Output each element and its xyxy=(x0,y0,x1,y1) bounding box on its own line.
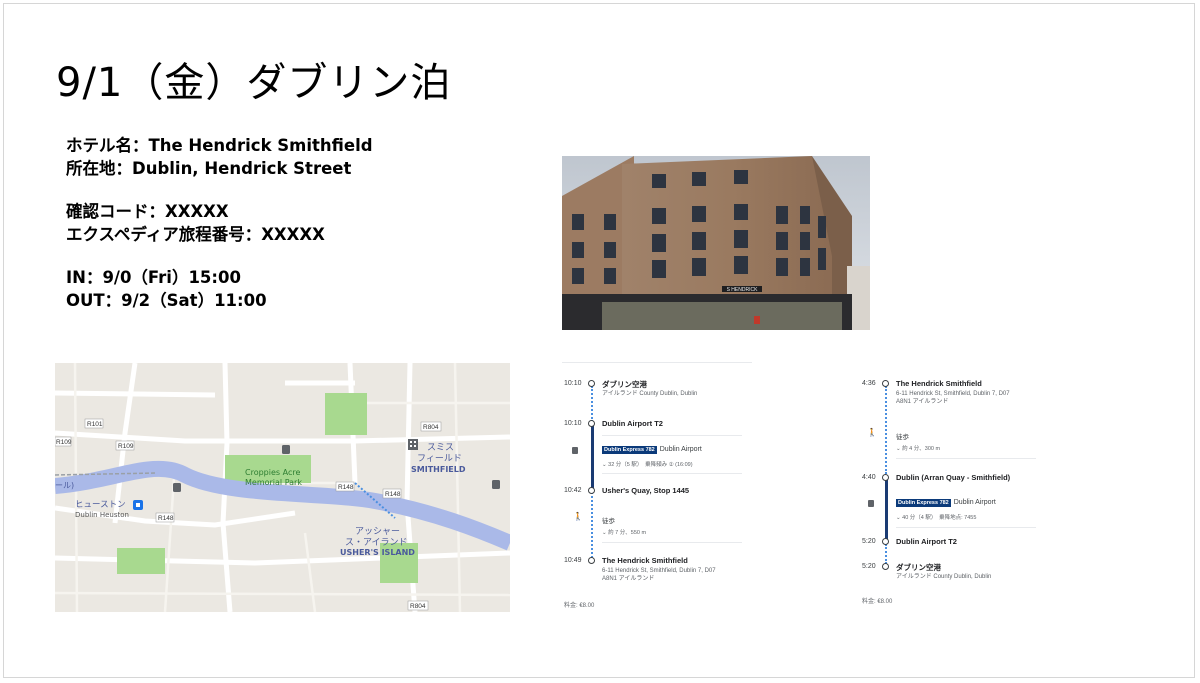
walk-icon: 🚶 xyxy=(867,428,877,437)
walk-detail[interactable]: ⌄ 約 7 分、550 m xyxy=(602,528,646,536)
hotel-sign: S HENDRICK xyxy=(727,287,759,293)
confirmation-code: 確認コード：XXXXX xyxy=(66,202,229,221)
check-in: IN：9/0（Fri）15:00 xyxy=(66,268,241,287)
stop-name: The Hendrick Smithfield xyxy=(896,379,982,388)
road-label-r148-c: R148 xyxy=(158,515,174,522)
stop-address-line1: 6-11 Hendrick St, Smithfield, Dublin 7, … xyxy=(896,391,1010,397)
heuston-jp-label: ヒューストン xyxy=(75,500,126,510)
stop-name: Dublin (Arran Quay - Smithfield) xyxy=(896,473,1011,482)
road-label-r148-a: R148 xyxy=(338,484,354,491)
hotel-map-pin-icon[interactable] xyxy=(408,439,418,450)
map[interactable]: R101 R109 R109 R804 R148 R148 R148 R804 … xyxy=(55,363,510,612)
stop-address-line2: A8N1 アイルランド xyxy=(602,576,655,582)
bus-line[interactable]: Dublin Express 782 Dublin Airport xyxy=(896,499,996,507)
bus-badge: Dublin Express 782 xyxy=(602,446,657,454)
bus-icon xyxy=(572,447,578,454)
hotel-info: ホテル名：The Hendrick Smithfield 所在地：Dublin,… xyxy=(66,134,373,312)
heuston-label: Dublin Heuston xyxy=(75,511,129,519)
stop-address: アイルランド County Dublin, Dublin xyxy=(896,574,992,580)
slide-title: 9/1（金）ダブリン泊 xyxy=(56,60,452,106)
smithfield-jp-line2: フィールド xyxy=(417,454,462,464)
hotel-photo: S HENDRICK xyxy=(562,156,870,330)
stop-name: The Hendrick Smithfield xyxy=(602,556,688,565)
road-label-r804-bottom: R804 xyxy=(410,603,426,610)
park-label-line2: Memorial Park xyxy=(245,478,302,487)
walk-label: 徒歩 xyxy=(896,434,909,441)
stop-name: Usher's Quay, Stop 1445 xyxy=(602,486,690,495)
stop-address-line2: A8N1 アイルランド xyxy=(896,399,949,405)
ushers-jp-line1: アッシャー xyxy=(355,527,400,537)
stop-time: 10:10 xyxy=(564,380,582,387)
road-label-r148-b: R148 xyxy=(385,491,401,498)
stop-time: 10:42 xyxy=(564,487,582,494)
check-out: OUT：9/2（Sat）11:00 xyxy=(66,291,267,310)
bus-destination: Dublin Airport xyxy=(659,446,702,453)
ushers-jp-line2: ス・アイランド xyxy=(345,537,408,548)
park-label-line1: Croppies Acre xyxy=(245,468,300,477)
road-label-r804-top: R804 xyxy=(423,424,439,431)
stop-name: Dublin Airport T2 xyxy=(602,419,663,428)
fare: 料金: €8.00 xyxy=(862,599,893,605)
road-label-r109: R109 xyxy=(118,443,134,450)
bus-line[interactable]: Dublin Express 782 Dublin Airport xyxy=(602,446,702,454)
bus-badge: Dublin Express 782 xyxy=(896,499,951,507)
left-edge-label: ール) xyxy=(55,481,74,490)
expedia-itinerary: エクスペディア旅程番号：XXXXX xyxy=(66,225,325,244)
walk-label: 徒歩 xyxy=(602,518,615,525)
fare: 料金: €8.00 xyxy=(564,603,595,609)
ushers-island-label: USHER'S ISLAND xyxy=(340,548,415,557)
stop-name: ダブリン空港 xyxy=(896,563,941,572)
route-panel-return: 4:36 The Hendrick Smithfield 6-11 Hendri… xyxy=(862,372,1042,612)
smithfield-label: SMITHFIELD xyxy=(411,465,466,474)
stop-time: 10:49 xyxy=(564,557,582,564)
road-label-r109-left: R109 xyxy=(56,439,72,446)
bus-detail[interactable]: ⌄ 32 分（5 駅） 乗降頻み ② (16:09) xyxy=(602,460,693,468)
walk-detail[interactable]: ⌄ 約 4 分、300 m xyxy=(896,444,940,452)
smithfield-jp-line1: スミス xyxy=(427,443,454,453)
stop-time: 5:20 xyxy=(862,538,876,545)
walk-icon: 🚶 xyxy=(573,512,583,521)
stop-address-line1: 6-11 Hendrick St, Smithfield, Dublin 7, … xyxy=(602,568,716,574)
stop-name: ダブリン空港 xyxy=(602,380,647,389)
stop-time: 10:10 xyxy=(564,420,582,427)
bus-detail[interactable]: ⌄ 40 分（4 駅） 乗降地点: 7455 xyxy=(896,513,976,521)
route-panel-outbound: 10:10 ダブリン空港 アイルランド County Dublin, Dubli… xyxy=(562,362,752,612)
hotel-location: 所在地：Dublin, Hendrick Street xyxy=(66,159,352,178)
road-label-r101: R101 xyxy=(87,421,103,428)
stop-time: 4:36 xyxy=(862,380,876,387)
stop-name: Dublin Airport T2 xyxy=(896,537,957,546)
stop-time: 5:20 xyxy=(862,563,876,570)
train-station-icon[interactable] xyxy=(133,500,143,510)
bus-destination: Dublin Airport xyxy=(953,499,996,506)
hotel-name: ホテル名：The Hendrick Smithfield xyxy=(66,136,373,155)
stop-address: アイルランド County Dublin, Dublin xyxy=(602,391,698,397)
stop-time: 4:40 xyxy=(862,474,876,481)
bus-icon xyxy=(868,500,874,507)
